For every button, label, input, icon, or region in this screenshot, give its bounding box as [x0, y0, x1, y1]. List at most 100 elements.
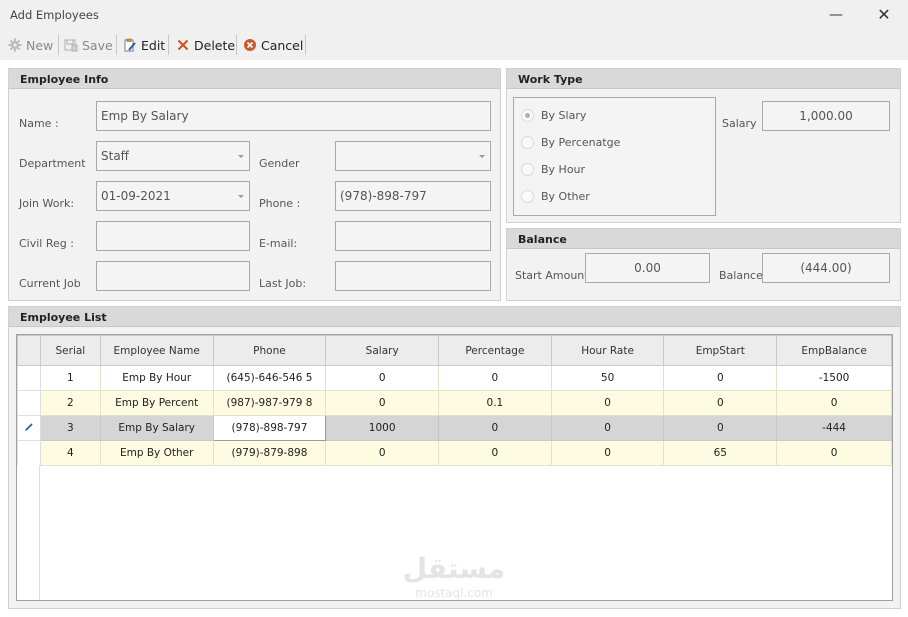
- table-row[interactable]: 4 Emp By Other (979)-879-898 0 0 0 65 0: [17, 440, 892, 466]
- chevron-down-icon[interactable]: [238, 155, 244, 158]
- radio-by-percentage[interactable]: By Percenatge: [521, 136, 620, 149]
- add-employees-window: Add Employees — ✕ New Save Edit Delete C…: [0, 0, 908, 617]
- column-header-percentage[interactable]: Percentage: [438, 335, 552, 366]
- cancel-button-label: Cancel: [261, 37, 304, 53]
- cell-serial[interactable]: 1: [39, 365, 101, 391]
- save-button[interactable]: Save: [61, 34, 116, 56]
- cell-phone[interactable]: (987)-987-979 8: [212, 390, 327, 416]
- work-type-radio-group: By Slary By Percenatge By Hour By Other: [513, 97, 716, 216]
- new-button-label: New: [26, 37, 54, 53]
- cell-hour-rate[interactable]: 50: [550, 365, 665, 391]
- work-type-heading: Work Type: [507, 69, 900, 89]
- radio-by-other[interactable]: By Other: [521, 190, 590, 203]
- toolbar-separator: [58, 35, 59, 55]
- row-indicator[interactable]: [17, 415, 41, 441]
- cell-salary[interactable]: 1000: [325, 415, 439, 441]
- join-date-value: 01-09-2021: [101, 189, 171, 203]
- cell-phone-focused[interactable]: (978)-898-797: [212, 415, 327, 441]
- phone-value: (978)-898-797: [340, 189, 427, 203]
- cell-employee-name[interactable]: Emp By Salary: [99, 415, 214, 441]
- cell-hour-rate[interactable]: 0: [550, 440, 665, 466]
- row-indicator[interactable]: [17, 390, 41, 416]
- content-area: Employee Info Name : Emp By Salary Depar…: [0, 60, 908, 617]
- cell-emp-start[interactable]: 0: [663, 415, 778, 441]
- radio-unchecked-icon[interactable]: [521, 136, 534, 149]
- column-header-phone[interactable]: Phone: [212, 335, 327, 366]
- cell-emp-start[interactable]: 0: [663, 365, 778, 391]
- toolbar-separator: [116, 35, 117, 55]
- cell-serial[interactable]: 2: [39, 390, 101, 416]
- cell-emp-start[interactable]: 0: [663, 390, 778, 416]
- cell-hour-rate[interactable]: 0: [550, 390, 665, 416]
- civil-reg-input[interactable]: [96, 221, 250, 251]
- new-button[interactable]: New: [5, 34, 56, 56]
- cell-percentage[interactable]: 0: [438, 365, 552, 391]
- name-value: Emp By Salary: [101, 109, 189, 123]
- gender-combo[interactable]: [335, 141, 491, 171]
- salary-input[interactable]: 1,000.00: [762, 101, 890, 131]
- cancel-button[interactable]: Cancel: [240, 34, 306, 56]
- gender-label: Gender: [259, 157, 300, 170]
- radio-unchecked-icon[interactable]: [521, 163, 534, 176]
- name-input[interactable]: Emp By Salary: [96, 101, 491, 131]
- cell-salary[interactable]: 0: [325, 390, 439, 416]
- chevron-down-icon[interactable]: [479, 155, 485, 158]
- cell-phone[interactable]: (645)-646-546 5: [212, 365, 327, 391]
- cell-salary[interactable]: 0: [325, 440, 439, 466]
- minimize-button[interactable]: —: [824, 4, 848, 26]
- department-value: Staff: [101, 149, 129, 163]
- radio-checked-icon[interactable]: [521, 109, 534, 122]
- cell-emp-balance[interactable]: -1500: [776, 365, 892, 391]
- radio-by-hour[interactable]: By Hour: [521, 163, 585, 176]
- row-indicator-header: [17, 335, 41, 366]
- current-job-input[interactable]: [96, 261, 250, 291]
- column-header-emp-start[interactable]: EmpStart: [663, 335, 778, 366]
- table-row[interactable]: 1 Emp By Hour (645)-646-546 5 0 0 50 0 -…: [17, 365, 892, 391]
- cell-employee-name[interactable]: Emp By Percent: [99, 390, 214, 416]
- last-job-input[interactable]: [335, 261, 491, 291]
- gear-icon: [8, 38, 22, 52]
- close-button[interactable]: ✕: [872, 4, 896, 26]
- cell-employee-name[interactable]: Emp By Other: [99, 440, 214, 466]
- cell-emp-balance[interactable]: -444: [776, 415, 892, 441]
- edit-button[interactable]: Edit: [120, 34, 168, 56]
- email-input[interactable]: [335, 221, 491, 251]
- join-work-label: Join Work:: [19, 197, 75, 210]
- balance-input[interactable]: (444.00): [762, 253, 890, 283]
- cell-phone[interactable]: (979)-879-898: [212, 440, 327, 466]
- cell-serial[interactable]: 4: [39, 440, 101, 466]
- table-row[interactable]: 2 Emp By Percent (987)-987-979 8 0 0.1 0…: [17, 390, 892, 416]
- row-indicator[interactable]: [17, 365, 41, 391]
- cell-salary[interactable]: 0: [325, 365, 439, 391]
- join-date-picker[interactable]: 01-09-2021: [96, 181, 250, 211]
- cell-hour-rate[interactable]: 0: [550, 415, 665, 441]
- radio-unchecked-icon[interactable]: [521, 190, 534, 203]
- column-header-emp-balance[interactable]: EmpBalance: [776, 335, 892, 366]
- department-combo[interactable]: Staff: [96, 141, 250, 171]
- table-row-selected[interactable]: 3 Emp By Salary (978)-898-797 1000 0 0 0…: [17, 415, 892, 441]
- chevron-down-icon[interactable]: [238, 195, 244, 198]
- column-header-employee-name[interactable]: Employee Name: [99, 335, 214, 366]
- column-header-salary[interactable]: Salary: [325, 335, 439, 366]
- cell-emp-balance[interactable]: 0: [776, 440, 892, 466]
- cell-percentage[interactable]: 0.1: [438, 390, 552, 416]
- delete-button[interactable]: Delete: [173, 34, 238, 56]
- radio-by-salary[interactable]: By Slary: [521, 109, 586, 122]
- radio-by-other-label: By Other: [541, 190, 590, 203]
- cell-employee-name[interactable]: Emp By Hour: [99, 365, 214, 391]
- phone-input[interactable]: (978)-898-797: [335, 181, 491, 211]
- cell-percentage[interactable]: 0: [438, 415, 552, 441]
- column-header-hour-rate[interactable]: Hour Rate: [550, 335, 665, 366]
- cell-serial[interactable]: 3: [39, 415, 101, 441]
- work-type-group: Work Type By Slary By Percenatge By Hour…: [506, 68, 901, 223]
- column-header-serial[interactable]: Serial: [39, 335, 101, 366]
- salary-value: 1,000.00: [799, 109, 853, 123]
- watermark-url: mostaql.com: [415, 586, 493, 600]
- cell-emp-balance[interactable]: 0: [776, 390, 892, 416]
- cell-percentage[interactable]: 0: [438, 440, 552, 466]
- phone-label: Phone :: [259, 197, 301, 210]
- cell-emp-start[interactable]: 65: [663, 440, 778, 466]
- start-amount-input[interactable]: 0.00: [585, 253, 710, 283]
- delete-button-label: Delete: [194, 37, 236, 53]
- row-indicator[interactable]: [17, 440, 41, 466]
